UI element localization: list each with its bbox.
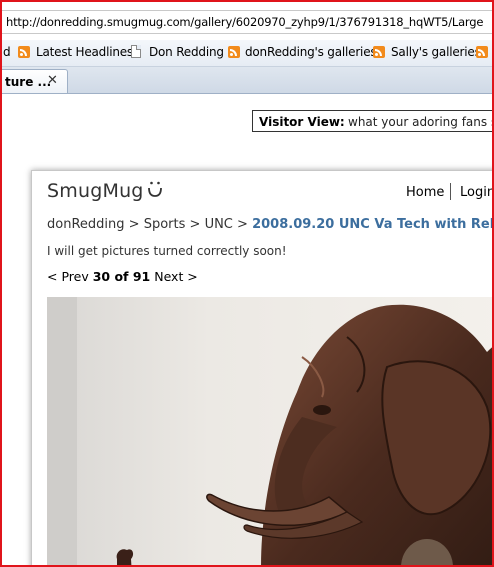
- breadcrumb-separator: >: [237, 217, 248, 232]
- breadcrumb-item[interactable]: donRedding: [47, 217, 125, 232]
- web-page: Visitor View: what your adoring fans see…: [2, 94, 492, 565]
- page-icon: [131, 45, 141, 58]
- breadcrumb-separator: >: [128, 217, 140, 232]
- visitor-view-banner[interactable]: Visitor View: what your adoring fans see: [252, 110, 492, 132]
- photo-position: 30 of 91: [92, 269, 151, 284]
- bookmark-donredding-galleries[interactable]: donRedding's galleries: [245, 45, 377, 59]
- rss-icon: [18, 46, 30, 58]
- bookmark-don-redding[interactable]: Don Redding: [149, 45, 224, 59]
- bookmark-sallys-galleries[interactable]: Sally's galleries: [391, 45, 481, 59]
- bookmark-item-truncated[interactable]: d: [3, 45, 11, 59]
- rss-icon: [373, 46, 385, 58]
- close-icon[interactable]: ✕: [47, 73, 58, 88]
- bookmark-latest-headlines[interactable]: Latest Headlines: [36, 45, 133, 59]
- tab-strip: ture ... ✕: [2, 67, 492, 94]
- gallery-photo[interactable]: [47, 297, 492, 565]
- url-text[interactable]: http://donredding.smugmug.com/gallery/60…: [6, 15, 483, 29]
- gallery-description: I will get pictures turned correctly soo…: [47, 244, 287, 258]
- smugmug-logo[interactable]: SmugMug: [47, 180, 144, 202]
- breadcrumb-current[interactable]: 2008.09.20 UNC Va Tech with Rebecca: [252, 217, 492, 232]
- nav-login-link[interactable]: Login: [460, 185, 492, 200]
- breadcrumb-item[interactable]: UNC: [205, 217, 233, 232]
- visitor-view-label: Visitor View:: [259, 115, 345, 129]
- breadcrumb-separator: >: [189, 217, 201, 232]
- tab-active[interactable]: ture ... ✕: [2, 69, 68, 93]
- prev-link[interactable]: < Prev: [47, 269, 89, 284]
- rss-icon: [228, 46, 240, 58]
- elephant-sculpture-photo: [47, 297, 492, 565]
- breadcrumb: donRedding > Sports > UNC > 2008.09.20 U…: [47, 217, 492, 232]
- browser-window: http://donredding.smugmug.com/gallery/60…: [0, 0, 494, 567]
- photo-pager: < Prev 30 of 91 Next >: [47, 269, 198, 284]
- nav-divider: [450, 183, 451, 200]
- rss-icon: [476, 46, 488, 58]
- next-link[interactable]: Next >: [154, 269, 198, 284]
- gallery-card: SmugMug Home Login donRedding > Sports >…: [31, 170, 492, 565]
- nav-home-link[interactable]: Home: [406, 185, 444, 200]
- visitor-view-text: what your adoring fans see: [348, 115, 492, 129]
- smugmug-smiley-icon: [148, 181, 162, 197]
- tab-title: ture ...: [5, 75, 52, 89]
- address-bar[interactable]: http://donredding.smugmug.com/gallery/60…: [2, 10, 492, 34]
- bookmarks-toolbar: d Latest Headlines Don Redding donReddin…: [2, 40, 492, 67]
- breadcrumb-item[interactable]: Sports: [144, 217, 186, 232]
